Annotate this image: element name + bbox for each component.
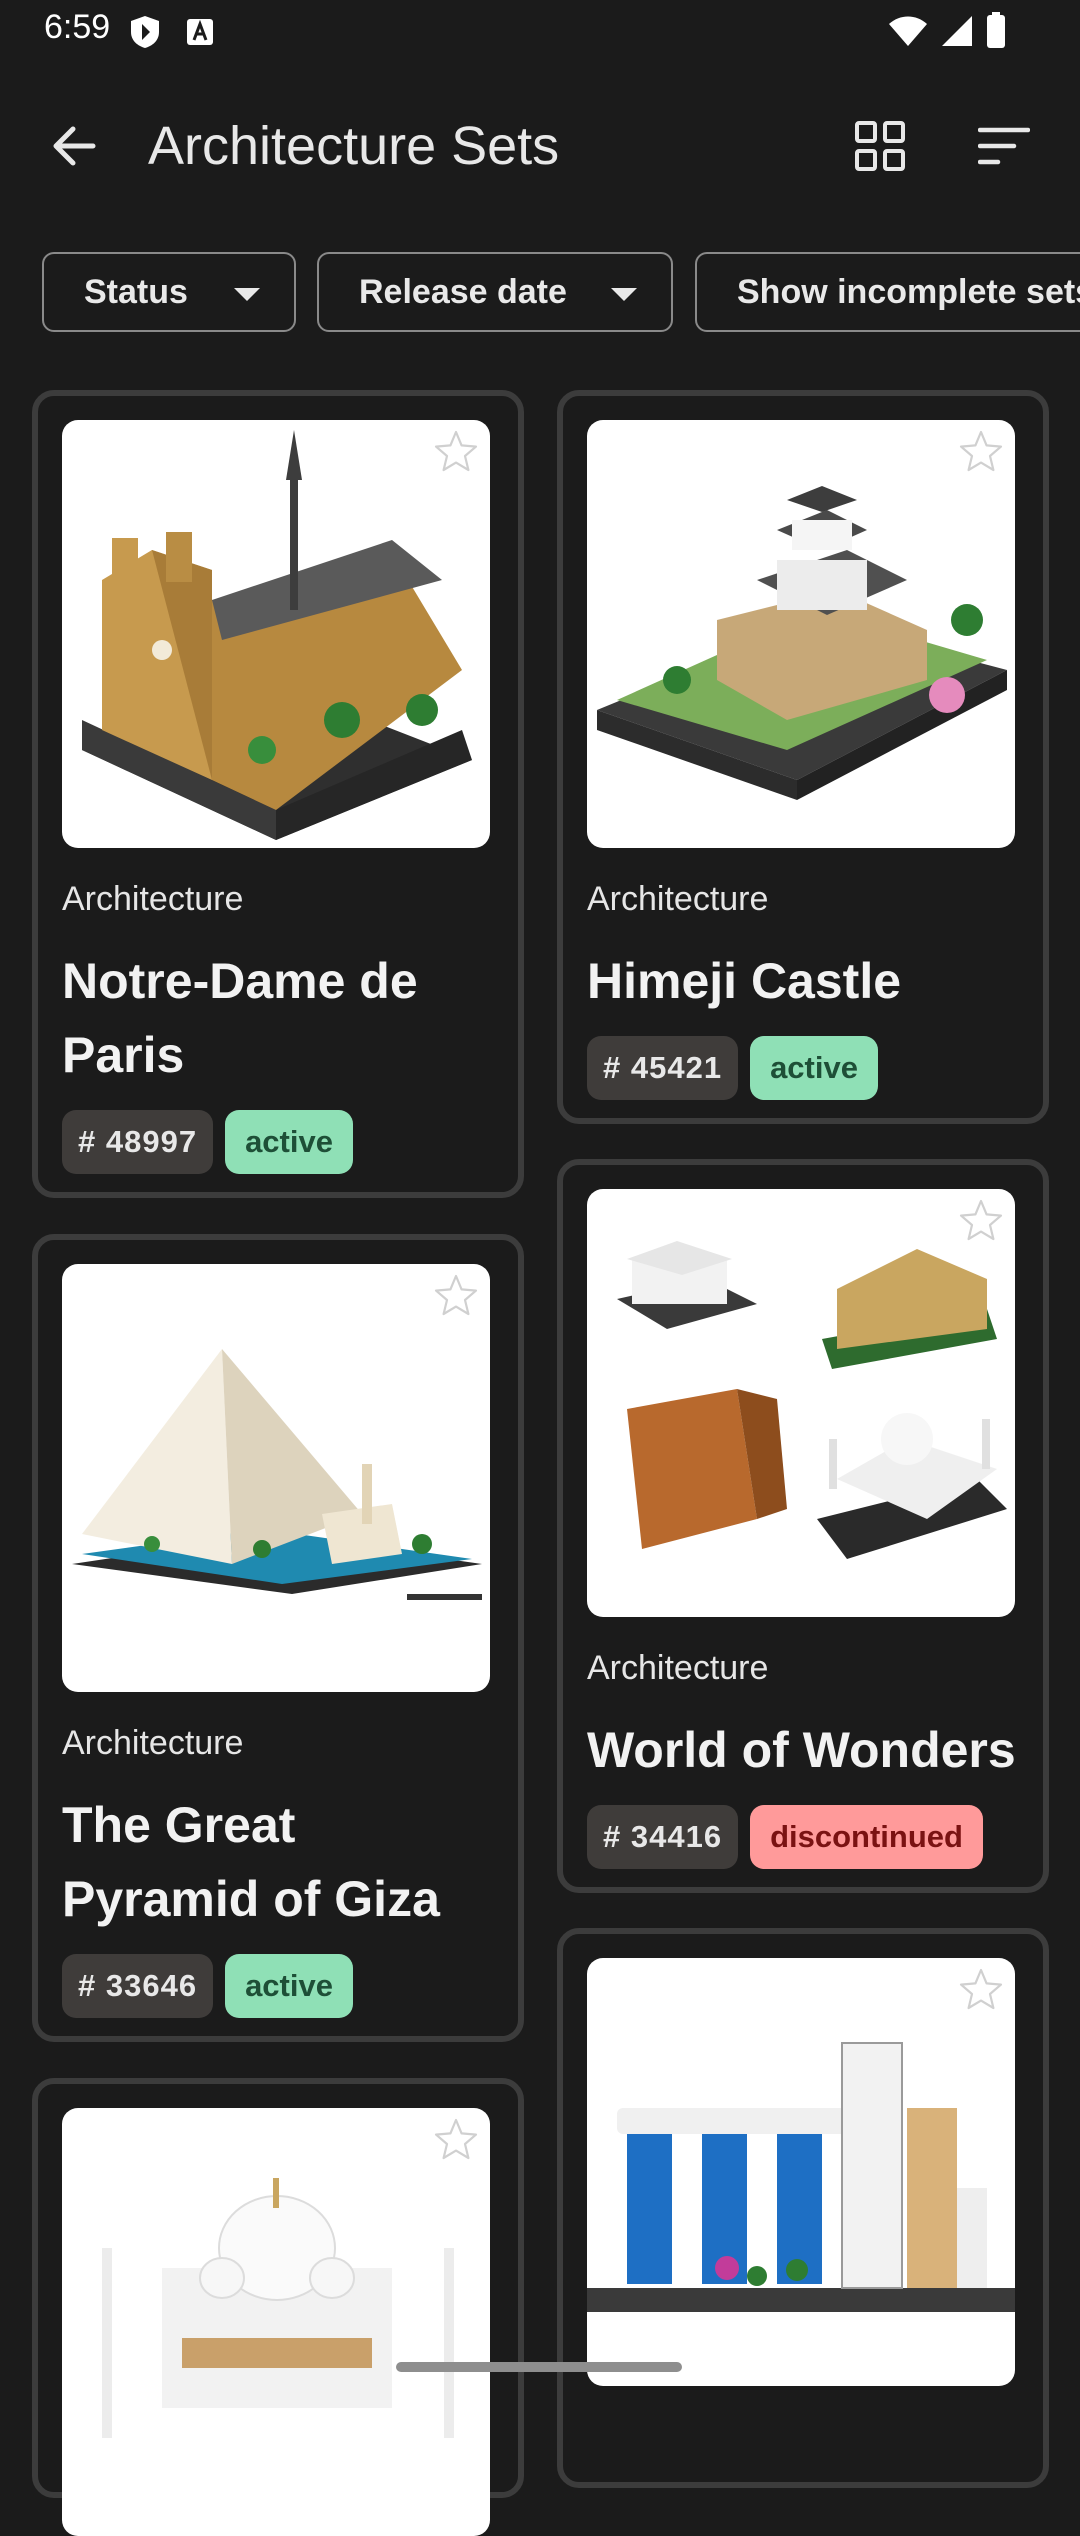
badge-row: # 33646 active: [62, 1954, 353, 2018]
keyboard-icon: [187, 19, 213, 45]
star-outline-icon[interactable]: [432, 1272, 480, 1320]
set-image: [62, 2108, 490, 2536]
filter-chip-row: Status Release date Show incomplete sets: [0, 252, 1080, 336]
set-category: Architecture: [62, 1724, 244, 1762]
set-number-badge: # 45421: [587, 1036, 739, 1100]
set-title: Himeji Castle: [587, 953, 902, 1009]
badge-row: # 45421 active: [587, 1036, 878, 1100]
wifi-icon: [889, 16, 927, 46]
star-outline-icon[interactable]: [957, 1966, 1005, 2014]
set-image: [587, 1958, 1015, 2386]
set-category: Architecture: [587, 880, 769, 918]
chip-label: Release date: [359, 272, 567, 311]
set-card-himeji-castle[interactable]: Architecture Himeji Castle # 45421 activ…: [557, 390, 1049, 1124]
set-number-badge: # 33646: [62, 1954, 214, 2018]
star-outline-icon[interactable]: [432, 2116, 480, 2164]
set-image: [62, 420, 490, 848]
status-badge: active: [750, 1036, 878, 1100]
set-image: [587, 1189, 1015, 1617]
home-indicator[interactable]: [396, 2362, 682, 2372]
star-outline-icon[interactable]: [957, 428, 1005, 476]
sort-button[interactable]: [970, 112, 1038, 180]
show-incomplete-sets-chip[interactable]: Show incomplete sets: [695, 252, 1080, 332]
chip-label: Status: [84, 272, 188, 311]
star-outline-icon[interactable]: [432, 428, 480, 476]
taj-mahal-model-image: [102, 2178, 454, 2438]
set-card-singapore[interactable]: [557, 1928, 1049, 2488]
set-number-badge: # 34416: [587, 1805, 739, 1869]
status-bar: 6:59: [0, 0, 1080, 64]
set-category: Architecture: [62, 880, 244, 918]
set-card-great-pyramid[interactable]: Architecture The Great Pyramid of Giza #…: [32, 1234, 524, 2042]
grid-view-button[interactable]: [846, 112, 914, 180]
arrow-left-icon: [53, 126, 96, 166]
set-image: [62, 1264, 490, 1692]
page-title: Architecture Sets: [148, 116, 560, 176]
set-title: Notre-Dame de Paris: [62, 953, 418, 1083]
battery-icon: [987, 12, 1005, 48]
star-outline-icon[interactable]: [957, 1197, 1005, 1245]
set-title: World of Wonders: [587, 1722, 1016, 1778]
set-card-world-of-wonders[interactable]: Architecture World of Wonders # 34416 di…: [557, 1159, 1049, 1893]
set-card-taj-mahal[interactable]: [32, 2078, 524, 2536]
status-time: 6:59: [44, 8, 111, 46]
badge-row: # 48997 active: [62, 1110, 353, 1174]
notre-dame-model-image: [82, 430, 472, 840]
caret-down-icon: [611, 288, 637, 301]
release-date-filter-chip[interactable]: Release date: [317, 252, 673, 332]
caret-down-icon: [234, 288, 260, 301]
singapore-skyline-model-image: [587, 2042, 1015, 2312]
pyramid-model-image: [72, 1349, 482, 1600]
badge-row: # 34416 discontinued: [587, 1805, 983, 1869]
status-filter-chip[interactable]: Status: [42, 252, 296, 332]
status-badge: active: [225, 1110, 353, 1174]
himeji-castle-model-image: [597, 486, 1007, 800]
set-title: The Great Pyramid of Giza: [62, 1797, 440, 1927]
set-card-notre-dame[interactable]: Architecture Notre-Dame de Paris # 48997…: [32, 390, 524, 1198]
chip-label: Show incomplete sets: [737, 272, 1080, 311]
grid-view-icon: [855, 121, 905, 171]
app-bar: Architecture Sets: [0, 90, 1080, 202]
status-badge: active: [225, 1954, 353, 2018]
status-badge: discontinued: [750, 1805, 983, 1869]
back-button[interactable]: [40, 112, 108, 180]
world-of-wonders-model-image: [617, 1241, 1007, 1559]
sort-icon: [978, 127, 1030, 165]
shield-icon: [131, 16, 159, 48]
set-category: Architecture: [587, 1649, 769, 1687]
set-image: [587, 420, 1015, 848]
signal-icon: [942, 16, 972, 46]
set-number-badge: # 48997: [62, 1110, 214, 1174]
